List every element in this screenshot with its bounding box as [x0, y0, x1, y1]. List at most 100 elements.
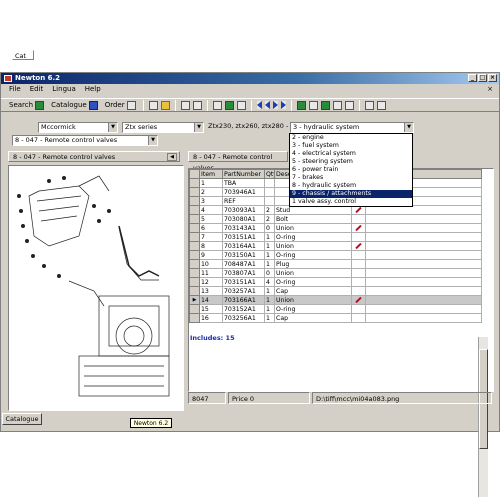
exploded-diagram-panel [8, 165, 184, 411]
close-button[interactable]: × [488, 74, 497, 82]
new-document-icon[interactable] [148, 100, 158, 110]
row-indicator [189, 187, 200, 197]
search-button[interactable]: Search [7, 99, 46, 111]
cell-description: Union [274, 241, 352, 251]
models-select[interactable]: Ztx230, ztx260, ztx280 - [206, 122, 288, 133]
print-icon[interactable] [180, 100, 190, 110]
last-page-icon[interactable] [280, 101, 286, 109]
table-row[interactable]: 6 703143A1 0 Union [189, 223, 482, 233]
table-row[interactable]: 13 703257A1 1 Cap [189, 286, 482, 296]
minimize-button[interactable]: _ [468, 74, 477, 82]
dropdown-option[interactable]: 3 - fuel system [290, 142, 412, 150]
series-select[interactable]: Ztx series ▼ [122, 122, 204, 133]
cell-note [351, 286, 366, 296]
cell-item: 14 [199, 295, 223, 305]
cell-item: 16 [199, 313, 223, 323]
chevron-down-icon[interactable]: ▼ [148, 136, 157, 145]
left-panel-header: 8 - 047 - Remote control valves ◀ [8, 151, 180, 162]
maximize-button[interactable]: □ [478, 74, 487, 82]
pencil-icon[interactable] [355, 224, 362, 231]
row-indicator [189, 277, 200, 287]
dropdown-option[interactable]: 1 valve assy. control [290, 198, 412, 206]
menu-lingua[interactable]: Lingua [52, 84, 75, 95]
cell-extra [365, 250, 482, 260]
dropdown-option[interactable]: 6 - power train [290, 166, 412, 174]
cell-qty: 1 [264, 241, 275, 251]
table-row[interactable]: 12 703151A1 4 O-ring [189, 277, 482, 287]
pencil-icon[interactable] [355, 242, 362, 249]
table-row[interactable]: 5 703080A1 2 Bolt [189, 214, 482, 224]
catalogue-button[interactable]: Catalogue [49, 99, 100, 111]
order-button[interactable]: Order [103, 99, 138, 111]
dropdown-option[interactable]: 9 - chassis / attachments [290, 190, 412, 198]
cell-qty: 0 [264, 268, 275, 278]
exploded-diagram[interactable] [9, 166, 183, 410]
plus-icon[interactable] [224, 100, 234, 110]
group-dropdown-list[interactable]: 2 - engine 3 - fuel system 4 - electrical … [289, 133, 413, 207]
export-icon[interactable] [192, 100, 202, 110]
cell-extra [365, 223, 482, 233]
cell-description: Cap [274, 313, 352, 323]
table-row[interactable]: 9 703150A1 1 O-ring [189, 250, 482, 260]
row-indicator: ▶ [189, 295, 200, 305]
tools-icon[interactable] [320, 100, 330, 110]
table-row[interactable]: ▶ 14 703166A1 1 Union [189, 295, 482, 305]
column-header-item[interactable]: Item [199, 169, 223, 179]
dropdown-option[interactable]: 4 - electrical system [290, 150, 412, 158]
column-header-qty[interactable]: Qty [264, 169, 275, 179]
dropdown-option[interactable]: 7 - brakes [290, 174, 412, 182]
gear-hub [123, 325, 145, 347]
dropdown-option[interactable]: 5 - steering system [290, 158, 412, 166]
table-row[interactable]: 16 703256A1 1 Cap [189, 313, 482, 323]
add-item-icon[interactable] [212, 100, 222, 110]
table-row[interactable]: 7 703151A1 1 O-ring [189, 232, 482, 242]
minus-icon[interactable] [236, 100, 246, 110]
previous-page-icon[interactable] [264, 101, 270, 109]
collapse-arrow-icon[interactable]: ◀ [167, 153, 177, 161]
chevron-down-icon[interactable]: ▼ [194, 123, 203, 132]
pencil-icon[interactable] [355, 296, 362, 303]
binoculars-icon[interactable] [344, 100, 354, 110]
menu-help[interactable]: Help [85, 84, 101, 95]
chevron-down-icon[interactable]: ▼ [108, 123, 117, 132]
group-select[interactable]: 3 - hydraulic system ▼ [290, 122, 414, 133]
cell-note [351, 304, 366, 314]
next-page-icon[interactable] [272, 101, 278, 109]
cell-qty: 2 [264, 205, 275, 215]
section-select[interactable]: 8 - 047 - Remote control valves ▼ [12, 135, 158, 146]
window-icon[interactable] [364, 100, 374, 110]
hydraulic-line [118, 225, 160, 277]
cell-note [351, 295, 366, 305]
menu-file[interactable]: File [9, 84, 21, 95]
tree-icon[interactable] [296, 100, 306, 110]
catalogue-icon [88, 100, 98, 110]
cell-note [351, 277, 366, 287]
brand-select-value: Mccormick [41, 123, 76, 131]
monitor-icon[interactable] [376, 100, 386, 110]
table-vertical-scrollbar[interactable] [478, 337, 488, 497]
row-indicator [189, 178, 200, 188]
cell-item: 5 [199, 214, 223, 224]
table-row[interactable]: 15 703152A1 1 O-ring [189, 304, 482, 314]
first-page-icon[interactable] [256, 101, 262, 109]
cell-partnumber: 703152A1 [222, 304, 265, 314]
menu-bar: File Edit Lingua Help [1, 84, 499, 95]
dropdown-option[interactable]: 2 - engine [290, 134, 412, 142]
pencil-icon[interactable] [355, 206, 362, 213]
dropdown-option[interactable]: 8 - hydraulic system [290, 182, 412, 190]
chevron-down-icon[interactable]: ▼ [404, 123, 413, 132]
mdi-close-button[interactable]: × [487, 85, 493, 93]
toolbar-separator [206, 99, 208, 111]
table-row[interactable]: 11 703807A1 0 Union [189, 268, 482, 278]
menu-edit[interactable]: Edit [30, 84, 44, 95]
column-header-partnumber[interactable]: PartNumber [222, 169, 265, 179]
cell-note [351, 241, 366, 251]
includes-count: Includes: 15 [190, 334, 235, 342]
settings-icon[interactable] [332, 100, 342, 110]
filter-icon[interactable] [308, 100, 318, 110]
open-folder-icon[interactable] [160, 100, 170, 110]
table-row[interactable]: 8 703164A1 1 Union [189, 241, 482, 251]
tab-catalogue[interactable]: Catalogue [2, 413, 42, 425]
table-row[interactable]: 10 708487A1 1 Plug [189, 259, 482, 269]
brand-select[interactable]: Mccormick ▼ [38, 122, 118, 133]
